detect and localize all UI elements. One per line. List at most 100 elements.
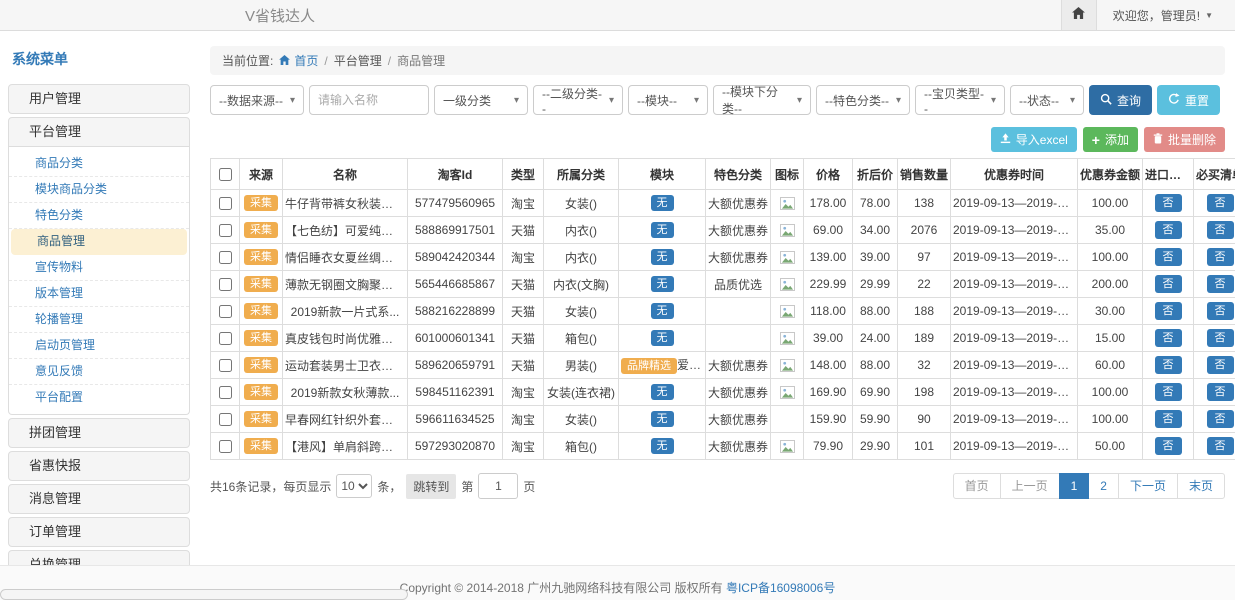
import-select-toggle[interactable]: 否 [1155, 410, 1182, 428]
sidebar-group-header-1[interactable]: 平台管理 [8, 117, 190, 147]
import-select-toggle[interactable]: 否 [1155, 437, 1182, 455]
must-buy-toggle[interactable]: 否 [1207, 302, 1234, 320]
sidebar-group-header-5[interactable]: 订单管理 [8, 517, 190, 547]
icp-link[interactable]: 粤ICP备16098006号 [726, 581, 835, 595]
cell-type: 淘宝 [503, 433, 544, 460]
cell-category: 女装() [544, 406, 619, 433]
must-buy-toggle[interactable]: 否 [1207, 410, 1234, 428]
pager-button-上一页[interactable]: 上一页 [1000, 473, 1060, 499]
import-select-toggle[interactable]: 否 [1155, 275, 1182, 293]
import-select-toggle[interactable]: 否 [1155, 248, 1182, 266]
cell-name: 牛仔背带裤女秋装减龄... [283, 190, 408, 217]
sidebar-group-header-0[interactable]: 用户管理 [8, 84, 190, 114]
pager-button-1[interactable]: 1 [1059, 473, 1090, 499]
select-all-checkbox[interactable] [219, 168, 232, 181]
must-buy-toggle[interactable]: 否 [1207, 194, 1234, 212]
cell-feature [706, 298, 771, 325]
import-select-toggle[interactable]: 否 [1155, 329, 1182, 347]
sidebar-group-header-2[interactable]: 拼团管理 [8, 418, 190, 448]
row-checkbox[interactable] [219, 413, 232, 426]
row-checkbox[interactable] [219, 278, 232, 291]
row-checkbox[interactable] [219, 224, 232, 237]
filter-name-input[interactable] [309, 85, 429, 115]
batch-delete-button[interactable]: 批量删除 [1144, 127, 1225, 152]
pager-button-下一页[interactable]: 下一页 [1118, 473, 1178, 499]
cell-source: 采集 [240, 352, 283, 379]
sidebar-item[interactable]: 商品管理 [11, 229, 187, 255]
sidebar-item[interactable]: 版本管理 [9, 281, 189, 307]
must-buy-toggle[interactable]: 否 [1207, 437, 1234, 455]
filter-select[interactable]: --状态--▾ [1010, 85, 1084, 115]
row-checkbox[interactable] [219, 197, 232, 210]
cell-discount: 24.00 [853, 325, 898, 352]
filter-select[interactable]: --模块下分类--▾ [713, 85, 811, 115]
import-select-toggle[interactable]: 否 [1155, 194, 1182, 212]
row-checkbox[interactable] [219, 359, 232, 372]
cell-must_buy: 否 [1194, 379, 1235, 406]
sidebar-item[interactable]: 商品分类 [9, 151, 189, 177]
filter-select-label: 一级分类 [443, 92, 491, 109]
sidebar-group-header-6[interactable]: 兑换管理 [8, 550, 190, 566]
jump-button[interactable]: 跳转到 [406, 474, 456, 499]
filter-select[interactable]: --宝贝类型--▾ [915, 85, 1005, 115]
reset-button[interactable]: 重置 [1157, 85, 1220, 115]
col-name: 名称 [283, 159, 408, 190]
import-select-toggle[interactable]: 否 [1155, 356, 1182, 374]
sidebar-item[interactable]: 平台配置 [9, 385, 189, 410]
must-buy-toggle[interactable]: 否 [1207, 329, 1234, 347]
breadcrumb-home-link[interactable]: 首页 [279, 52, 318, 69]
must-buy-toggle[interactable]: 否 [1207, 356, 1234, 374]
sidebar-item[interactable]: 意见反馈 [9, 359, 189, 385]
must-buy-toggle[interactable]: 否 [1207, 275, 1234, 293]
filter-select[interactable]: 一级分类▾ [434, 85, 528, 115]
sidebar-item[interactable]: 启动页管理 [9, 333, 189, 359]
add-button[interactable]: + 添加 [1083, 127, 1138, 152]
sidebar-item[interactable]: 特色分类 [9, 203, 189, 229]
filter-select[interactable]: --特色分类--▾ [816, 85, 910, 115]
row-checkbox[interactable] [219, 251, 232, 264]
filter-select[interactable]: --数据来源--▾ [210, 85, 304, 115]
per-page-select[interactable]: 10 [336, 474, 372, 498]
filter-select[interactable]: --二级分类--▾ [533, 85, 623, 115]
module-badge: 无 [651, 330, 674, 346]
col-feature: 特色分类 [706, 159, 771, 190]
pager-button-2[interactable]: 2 [1088, 473, 1119, 499]
cell-import_select: 否 [1143, 379, 1194, 406]
home-button[interactable] [1061, 0, 1097, 30]
must-buy-toggle[interactable]: 否 [1207, 383, 1234, 401]
cell-icon [771, 298, 804, 325]
cell-sales: 101 [898, 433, 951, 460]
import-excel-button[interactable]: 导入excel [991, 127, 1077, 152]
cell-source: 采集 [240, 325, 283, 352]
import-select-toggle[interactable]: 否 [1155, 383, 1182, 401]
filter-select[interactable]: --模块--▾ [628, 85, 708, 115]
cell-coupon_amount: 100.00 [1078, 379, 1143, 406]
must-buy-toggle[interactable]: 否 [1207, 248, 1234, 266]
sidebar-item[interactable]: 宣传物料 [9, 255, 189, 281]
pager-button-末页[interactable]: 末页 [1177, 473, 1225, 499]
row-checkbox[interactable] [219, 386, 232, 399]
cell-price: 159.90 [804, 406, 853, 433]
must-buy-toggle[interactable]: 否 [1207, 221, 1234, 239]
row-checkbox[interactable] [219, 305, 232, 318]
sidebar-group-header-4[interactable]: 消息管理 [8, 484, 190, 514]
page-number-input[interactable] [478, 473, 518, 499]
pager-button-首页[interactable]: 首页 [953, 473, 1001, 499]
row-checkbox[interactable] [219, 440, 232, 453]
sidebar-item[interactable]: 轮播管理 [9, 307, 189, 333]
page-body: 系统菜单 用户管理平台管理商品分类模块商品分类特色分类商品管理宣传物料版本管理轮… [0, 31, 1235, 566]
cell-discount: 59.90 [853, 406, 898, 433]
cell-import_select: 否 [1143, 352, 1194, 379]
sidebar-group-header-3[interactable]: 省惠快报 [8, 451, 190, 481]
cell-taoke_id: 589620659791 [408, 352, 503, 379]
import-select-toggle[interactable]: 否 [1155, 302, 1182, 320]
sidebar-item[interactable]: 模块商品分类 [9, 177, 189, 203]
import-select-toggle[interactable]: 否 [1155, 221, 1182, 239]
user-menu[interactable]: 欢迎您，管理员! ▼ [1113, 7, 1213, 24]
cell-must_buy: 否 [1194, 271, 1235, 298]
query-button[interactable]: 查询 [1089, 85, 1152, 115]
product-image-icon [780, 224, 795, 237]
horizontal-scrollbar[interactable] [0, 589, 408, 600]
col-import_select: 进口优选 [1143, 159, 1194, 190]
row-checkbox[interactable] [219, 332, 232, 345]
